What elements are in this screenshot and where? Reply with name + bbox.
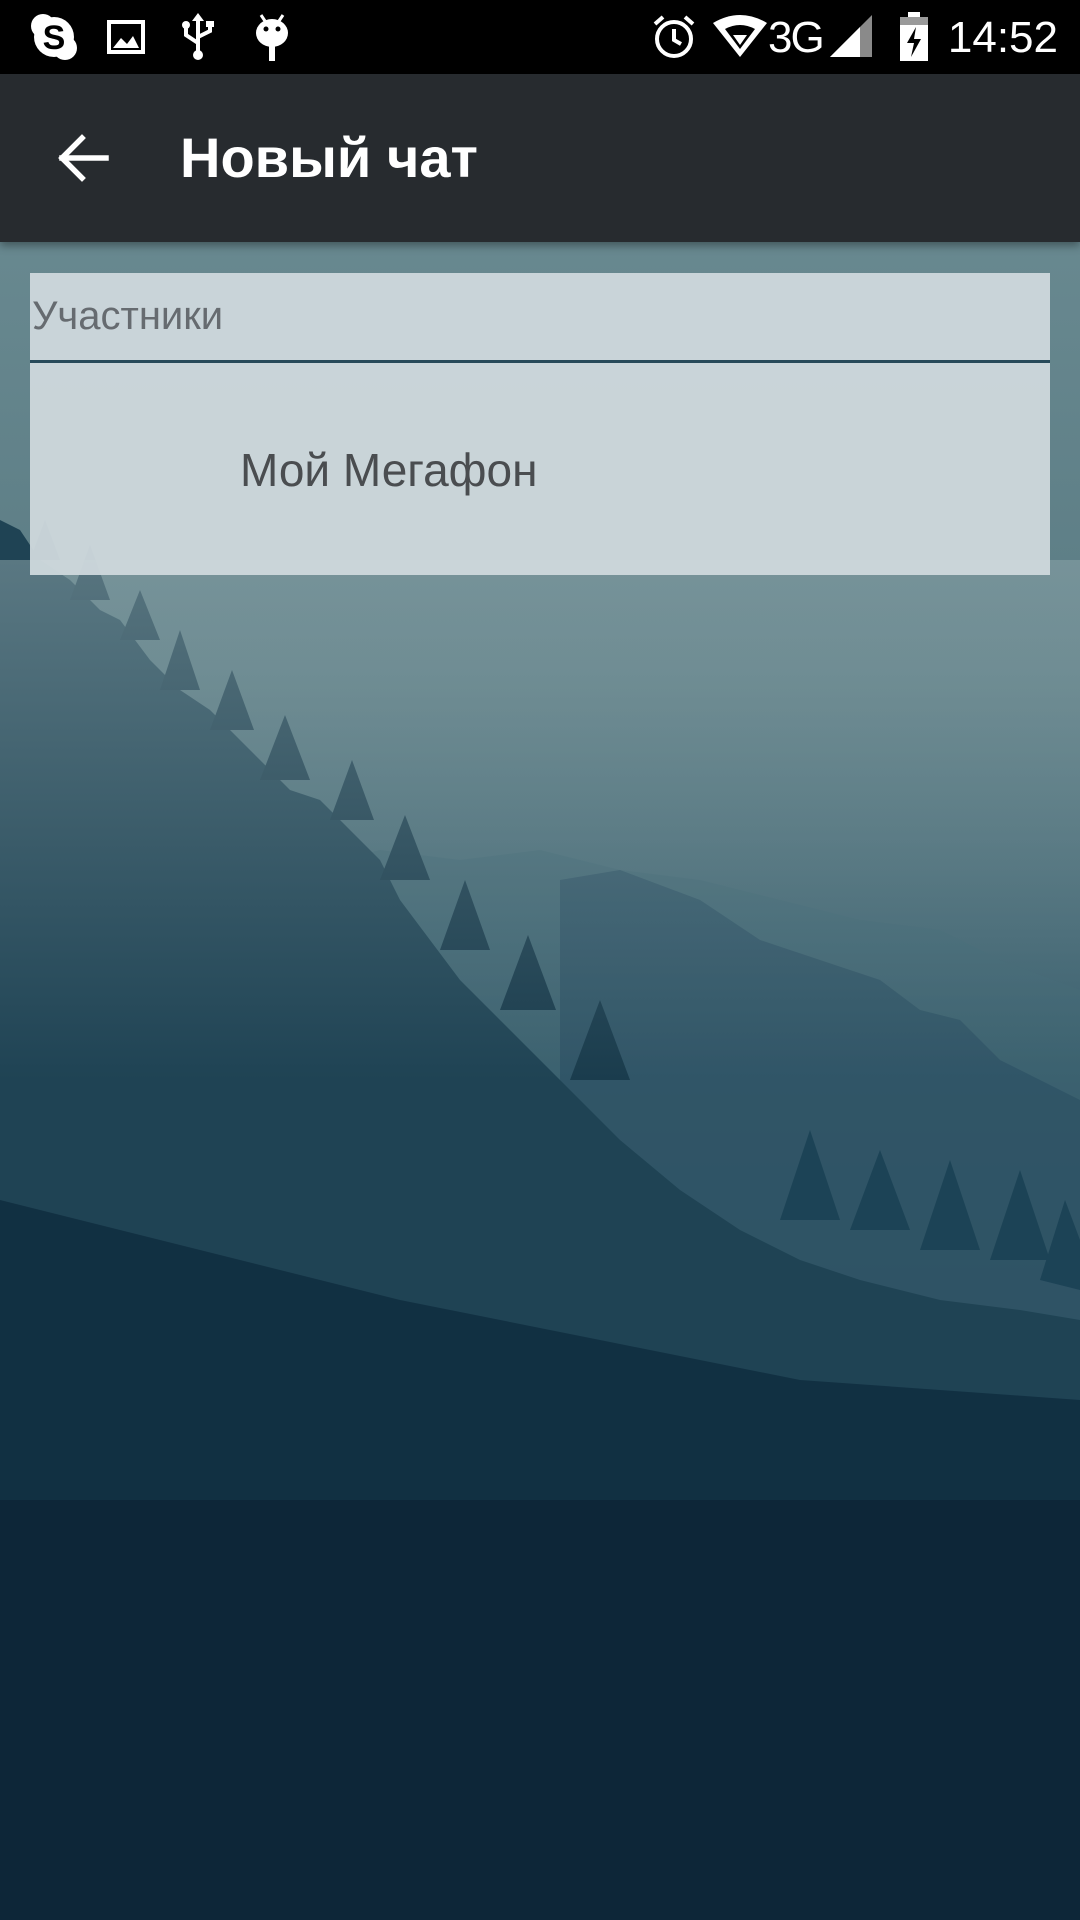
new-chat-card: Мой Мегафон	[30, 273, 1050, 575]
contact-name: Мой Мегафон	[240, 444, 538, 496]
battery-charging-icon	[894, 10, 934, 64]
app-toolbar: Новый чат	[0, 74, 1080, 242]
usb-icon	[176, 10, 220, 64]
page-title: Новый чат	[180, 126, 478, 189]
clock: 14:52	[947, 13, 1058, 62]
skype-icon: S	[26, 10, 82, 64]
wifi-icon	[712, 10, 768, 64]
network-type: 3G	[768, 13, 825, 62]
screen: S 3G 14:52 Новый чат Участники Мой Мегаф…	[0, 0, 1080, 1920]
image-icon	[104, 10, 148, 64]
participants-input[interactable]	[30, 273, 1050, 363]
contact-list-item[interactable]: Мой Мегафон	[30, 366, 1050, 575]
signal-icon	[830, 10, 874, 64]
svg-text:S: S	[43, 19, 66, 57]
arrow-back-icon	[58, 134, 109, 182]
back-button[interactable]	[40, 114, 128, 202]
status-bar: S 3G 14:52	[0, 0, 1080, 74]
alarm-icon	[650, 10, 698, 64]
android-debug-icon	[250, 10, 294, 64]
